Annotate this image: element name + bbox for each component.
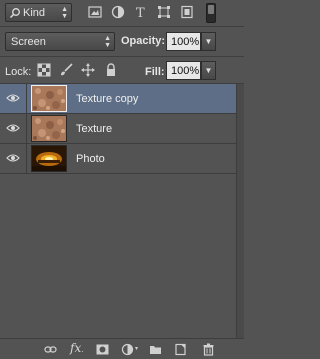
link-layers-icon[interactable] [44, 343, 57, 356]
layer-thumbnail [31, 145, 67, 172]
visibility-toggle[interactable] [0, 84, 27, 113]
layers-scrollbar[interactable] [236, 84, 244, 338]
opacity-input[interactable]: 100% [166, 32, 201, 51]
lock-transparent-icon[interactable] [37, 63, 51, 77]
fill-input[interactable]: 100% [166, 61, 201, 80]
new-layer-icon[interactable] [174, 343, 187, 356]
layer-row-photo[interactable]: Photo [0, 144, 236, 174]
fx-icon[interactable]: fx. [70, 341, 83, 355]
layer-row-texture[interactable]: Texture [0, 114, 236, 144]
adjustment-layer-icon[interactable] [121, 343, 134, 356]
fill-label: Fill: [145, 66, 165, 78]
fill-dropdown-button[interactable]: ▼ [201, 61, 216, 80]
layer-name: Photo [76, 153, 105, 165]
type-filter-icon[interactable]: T [134, 5, 148, 19]
eye-icon [6, 154, 20, 162]
eye-icon [6, 94, 20, 102]
layer-thumbnail [31, 85, 67, 112]
layer-filter-bar: Kind ▲ ▼ T [0, 0, 244, 26]
mask-icon[interactable] [96, 343, 109, 356]
layer-row-texture-copy[interactable]: Texture copy [0, 84, 236, 114]
smart-object-filter-icon[interactable] [180, 5, 194, 19]
chevron-updown-icon: ▲ ▼ [104, 35, 111, 49]
svg-text:T: T [136, 6, 145, 19]
lock-image-icon[interactable] [59, 63, 73, 77]
layers-list: Texture copy Texture Photo [0, 84, 236, 338]
eye-icon [6, 124, 20, 132]
layer-thumbnail [31, 115, 67, 142]
layers-panel: Kind ▲ ▼ T Screen ▲ ▼ Opacity: 100% ▼ Lo… [0, 0, 244, 359]
lock-position-icon[interactable] [81, 63, 95, 77]
opacity-label: Opacity: [121, 35, 166, 47]
blend-mode-select[interactable]: Screen ▲ ▼ [5, 32, 115, 51]
layers-bottom-toolbar: fx. ▾ [0, 338, 244, 359]
filter-kind-label: Kind [23, 7, 46, 19]
chevron-down-icon: ▾ [135, 346, 139, 352]
filter-kind-select[interactable]: Kind ▲ ▼ [5, 3, 72, 22]
visibility-toggle[interactable] [0, 114, 27, 143]
shape-filter-icon[interactable] [157, 5, 171, 19]
opacity-dropdown-button[interactable]: ▼ [201, 32, 216, 51]
visibility-toggle[interactable] [0, 144, 27, 173]
search-icon [9, 8, 20, 19]
layer-name: Texture [76, 123, 113, 135]
toggle-knob [208, 5, 214, 14]
trash-icon[interactable] [202, 343, 215, 356]
lock-all-icon[interactable] [104, 63, 118, 77]
adjustment-filter-icon[interactable] [111, 5, 125, 19]
filter-toggle-switch[interactable] [206, 3, 216, 23]
divider [0, 26, 244, 27]
chevron-updown-icon: ▲ ▼ [61, 6, 68, 20]
lock-label: Lock: [5, 66, 32, 78]
blend-mode-value: Screen [11, 36, 46, 48]
divider [0, 56, 244, 57]
group-folder-icon[interactable] [149, 343, 162, 356]
pixel-filter-icon[interactable] [88, 5, 102, 19]
layer-name: Texture copy [76, 93, 139, 105]
